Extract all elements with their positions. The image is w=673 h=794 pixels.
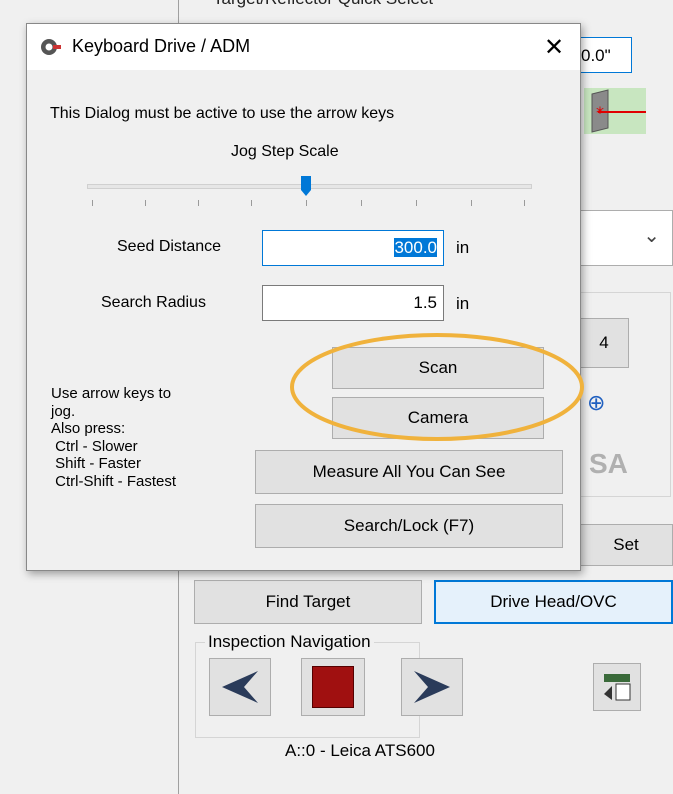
help-line: Ctrl-Shift - Fastest	[51, 473, 177, 490]
slider-tick	[145, 200, 146, 206]
value-box[interactable]: 0.0"	[572, 37, 632, 73]
chevron-down-icon: ⌄	[643, 225, 660, 247]
inspection-navigation-label: Inspection Navigation	[205, 632, 374, 652]
dropdown[interactable]: ⌄	[579, 210, 673, 266]
slider-tick	[251, 200, 252, 206]
drive-head-button[interactable]: Drive Head/OVC	[434, 580, 673, 624]
toolbox-button[interactable]	[593, 663, 641, 711]
help-line: Ctrl - Slower	[51, 438, 138, 455]
status-text: A::0 - Leica ATS600	[285, 741, 435, 760]
reflector-icon[interactable]: *	[584, 88, 646, 134]
help-line: jog.	[51, 403, 76, 420]
slider-tick	[524, 200, 525, 206]
slider-tick	[92, 200, 93, 206]
set-button[interactable]: Set	[579, 524, 673, 566]
close-icon[interactable]: ✕	[537, 31, 571, 63]
next-button[interactable]	[401, 658, 463, 716]
help-line: Shift - Faster	[51, 455, 142, 472]
instruction-text: This Dialog must be active to use the ar…	[50, 105, 395, 122]
seed-distance-label: Seed Distance	[117, 238, 222, 255]
stop-button[interactable]	[301, 658, 365, 716]
stop-icon	[312, 666, 354, 708]
search-radius-label: Search Radius	[101, 294, 206, 311]
dialog-titlebar[interactable]: Keyboard Drive / ADM ✕	[27, 24, 580, 70]
quick-select-header: Target/Reflector Quick Select	[213, 0, 433, 9]
seed-distance-input[interactable]: 300.0	[262, 230, 444, 266]
help-line: Use arrow keys to	[51, 385, 172, 402]
jog-step-slider[interactable]	[87, 174, 532, 214]
arrow-right-icon	[414, 671, 450, 703]
search-lock-button[interactable]: Search/Lock (F7)	[255, 504, 563, 548]
keyboard-drive-dialog: Keyboard Drive / ADM ✕ This Dialog must …	[26, 23, 581, 571]
search-radius-input[interactable]: 1.5	[262, 285, 444, 321]
app-icon	[39, 37, 61, 57]
search-radius-unit: in	[456, 294, 470, 313]
slider-thumb[interactable]	[301, 176, 311, 196]
dialog-title: Keyboard Drive / ADM	[72, 36, 251, 56]
seed-distance-unit: in	[456, 238, 470, 257]
find-target-button[interactable]: Find Target	[194, 580, 422, 624]
slider-tick	[361, 200, 362, 206]
slider-tick	[306, 200, 307, 206]
seed-distance-value: 300.0	[394, 238, 437, 257]
svg-text:*: *	[596, 103, 604, 122]
slider-tick	[416, 200, 417, 206]
slider-tick	[471, 200, 472, 206]
toolbox-icon	[604, 674, 631, 701]
help-line: Also press:	[51, 420, 126, 437]
jog-step-label: Jog Step Scale	[231, 143, 339, 160]
previous-button[interactable]	[209, 658, 271, 716]
arrow-left-icon	[222, 671, 258, 703]
highlight-ellipse	[290, 333, 584, 441]
slider-tick	[198, 200, 199, 206]
logo-icon: SA	[589, 448, 628, 479]
measure-all-button[interactable]: Measure All You Can See	[255, 450, 563, 494]
